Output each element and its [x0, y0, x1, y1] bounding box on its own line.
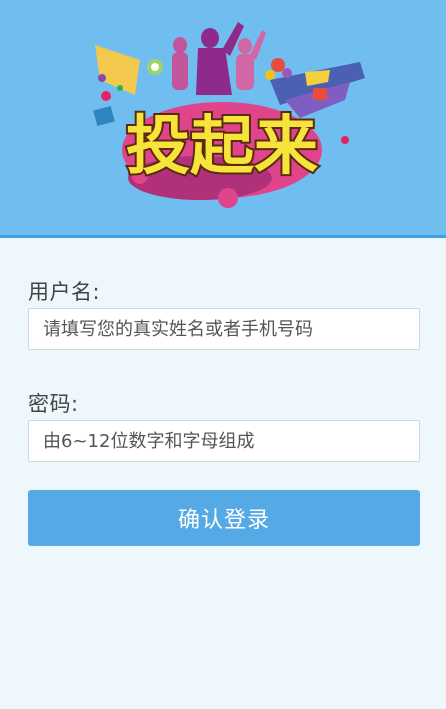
password-input[interactable] [28, 420, 420, 462]
decor-dot [218, 188, 238, 208]
decor-dot [341, 136, 349, 144]
decor-cube-red [313, 88, 327, 100]
header-divider [0, 235, 446, 238]
decor-cube-blue [93, 105, 115, 127]
decor-dot [282, 68, 292, 78]
logo-text: 投起来 [126, 110, 318, 184]
username-label: 用户名: [28, 280, 101, 304]
header-banner: 投起来 [0, 0, 446, 235]
decor-dot [117, 85, 123, 91]
decor-dot [265, 70, 275, 80]
username-input[interactable] [28, 308, 420, 350]
decor-dot [101, 91, 111, 101]
people-silhouettes [172, 22, 266, 95]
password-label: 密码: [28, 392, 79, 416]
banner-illustration: 投起来 [93, 22, 365, 208]
decor-dot [98, 74, 106, 82]
login-button[interactable]: 确认登录 [28, 490, 420, 546]
decor-dot [271, 58, 285, 72]
decor-dot [151, 63, 159, 71]
